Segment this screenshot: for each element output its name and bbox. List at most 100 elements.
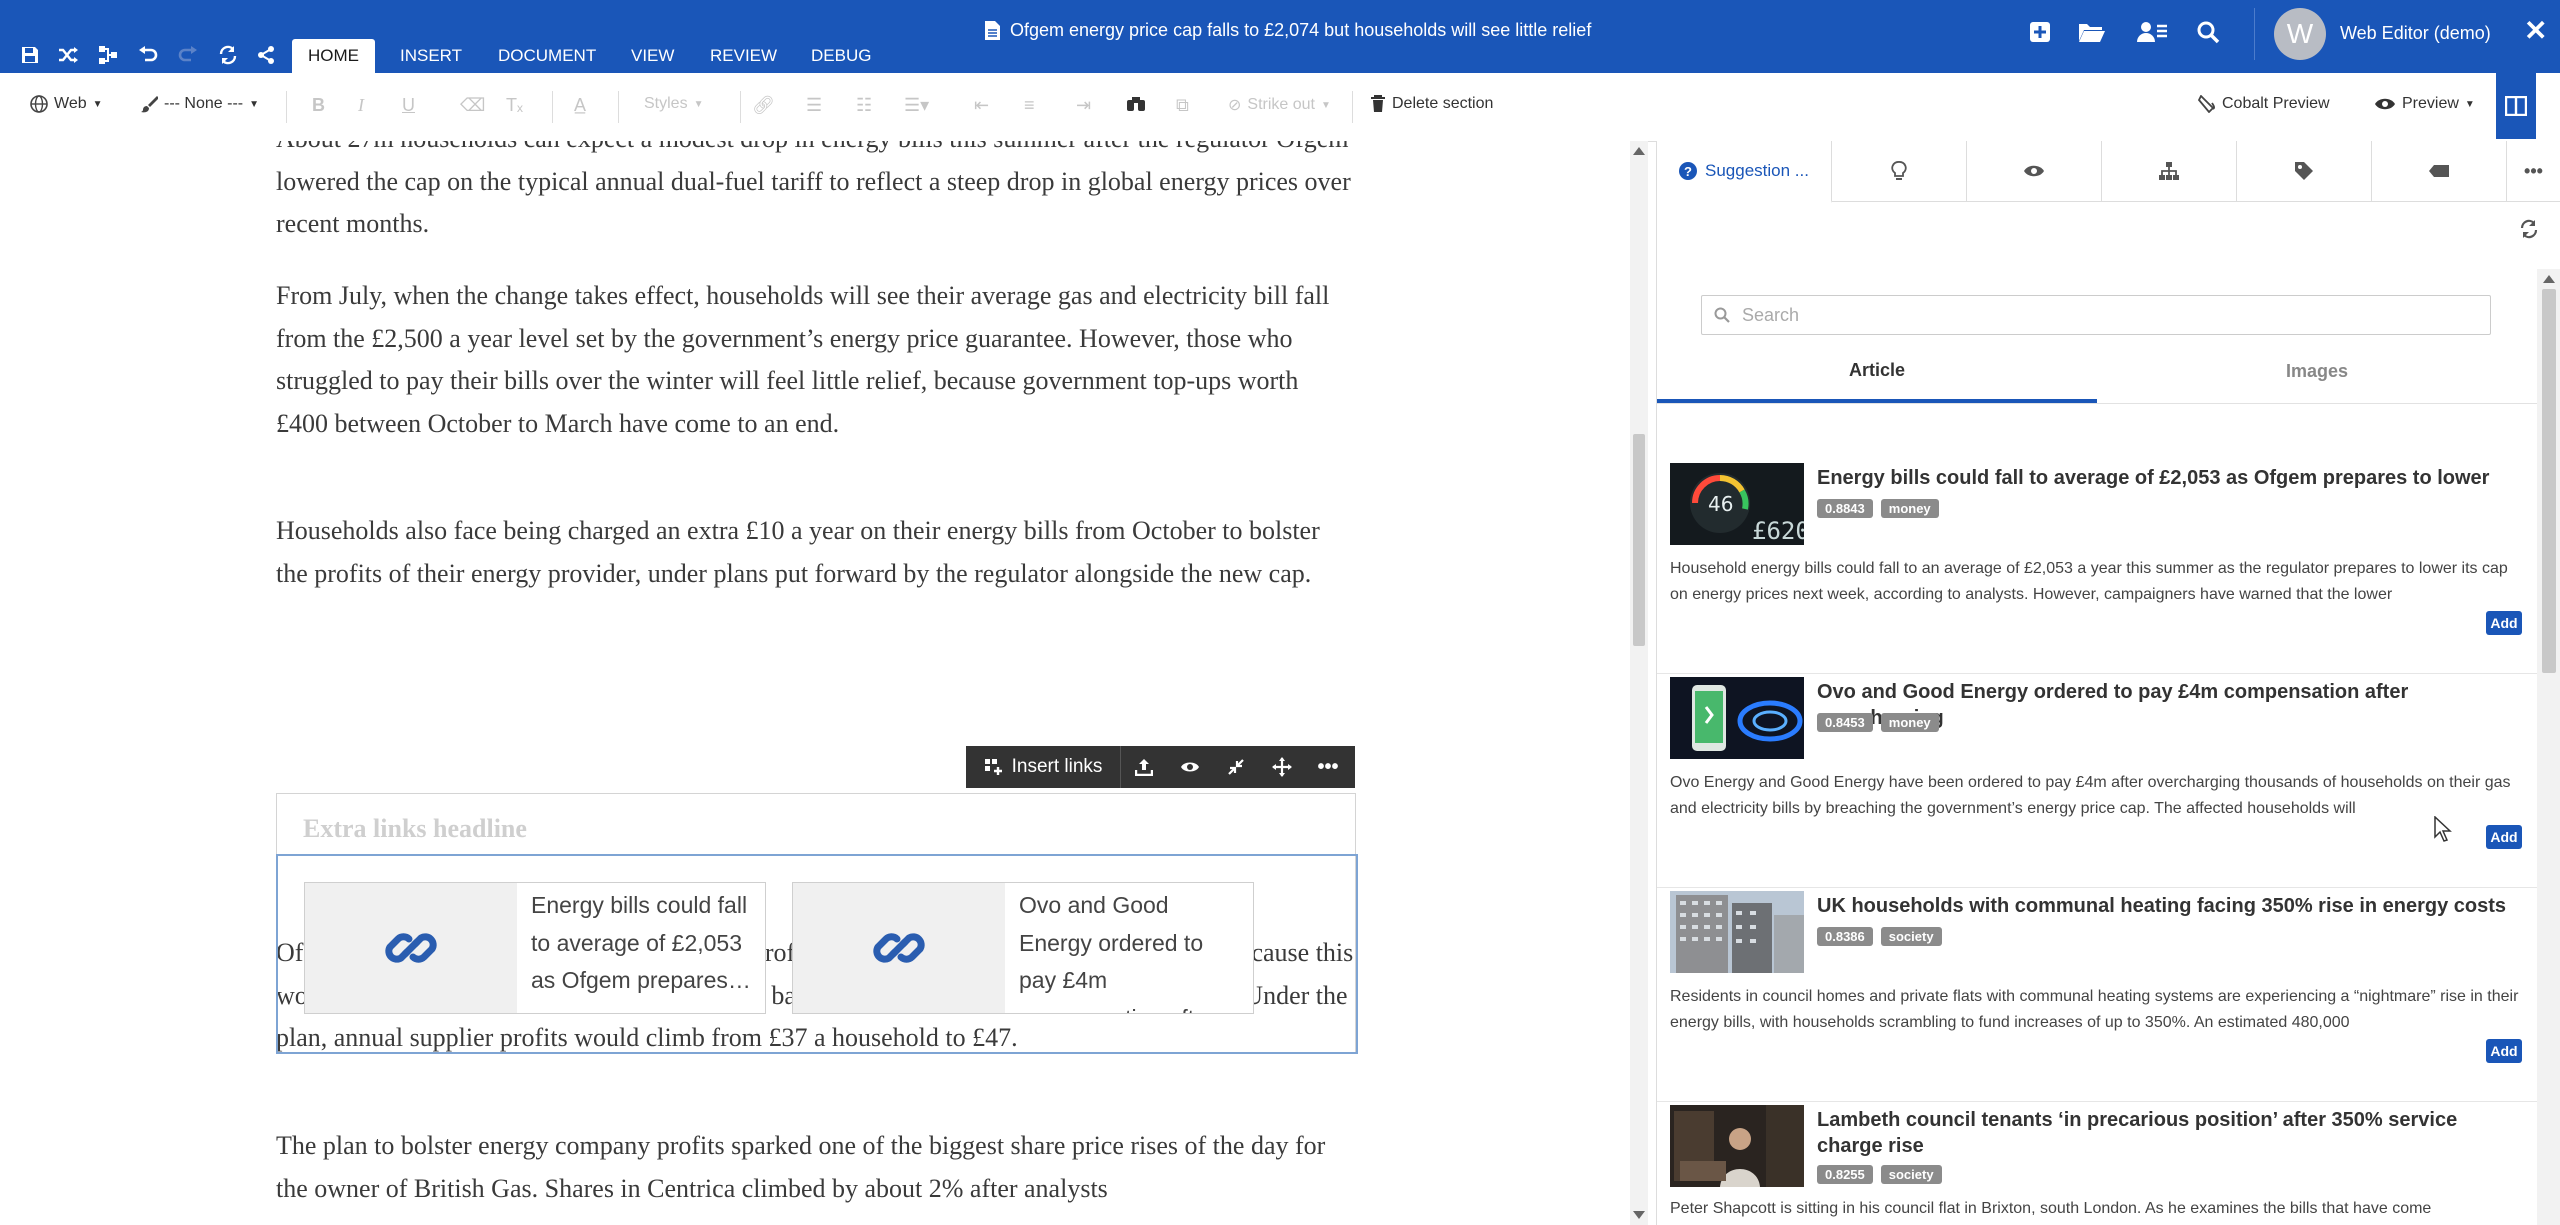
add-button[interactable]: Add <box>2486 825 2522 849</box>
more-options-icon[interactable]: ••• <box>1305 746 1351 788</box>
link-icon[interactable]: 🔗︎ <box>752 95 775 116</box>
globe-icon <box>30 95 48 113</box>
suggestion-title[interactable]: UK households with communal heating faci… <box>1817 893 2522 919</box>
insert-links-button[interactable]: Insert links <box>966 746 1121 788</box>
links-card-area[interactable]: Energy bills could fall to average of £2… <box>276 854 1358 1054</box>
suggestion-item[interactable]: UK households with communal heating faci… <box>1657 891 2537 1102</box>
outdent-icon[interactable]: ⇤ <box>974 95 989 116</box>
refresh-icon[interactable] <box>2519 219 2539 244</box>
tab-insert[interactable]: INSERT <box>384 39 478 73</box>
extra-links-box[interactable]: Extra links headline Energy bills could … <box>276 793 1358 1054</box>
style-select[interactable]: --- None --- ▼ <box>140 95 259 113</box>
upload-icon[interactable] <box>1121 746 1167 788</box>
suggestions-panel: ? Suggestion ... ••• Article Images <box>1656 141 2560 1225</box>
sitemap-icon[interactable] <box>2101 141 2237 201</box>
strike-out-dropdown[interactable]: ⊘ Strike out ▼ <box>1228 95 1331 115</box>
link-card[interactable]: Energy bills could fall to average of £2… <box>304 882 766 1014</box>
article-paragraph[interactable]: About 27m households can expect a modest… <box>276 141 1356 246</box>
article-paragraph[interactable]: From July, when the change takes effect,… <box>276 275 1356 445</box>
close-icon[interactable]: ✕ <box>2524 14 2547 47</box>
list-style-icon[interactable]: ☰▾ <box>904 95 929 116</box>
open-folder-icon[interactable] <box>2074 14 2110 50</box>
search-field[interactable] <box>1701 295 2491 335</box>
panel-scrollbar[interactable] <box>2537 269 2560 1225</box>
suggestion-thumbnail <box>1670 677 1804 759</box>
undo-icon[interactable] <box>132 37 164 73</box>
tab-debug[interactable]: DEBUG <box>795 39 887 73</box>
clear-format-icon[interactable]: Tₓ <box>506 95 523 116</box>
scrollbar-thumb[interactable] <box>2542 289 2556 673</box>
scrollbar-thumb[interactable] <box>1633 434 1645 646</box>
eye-icon[interactable] <box>1167 746 1213 788</box>
eraser-icon[interactable] <box>2371 141 2507 201</box>
scroll-down-arrow[interactable] <box>1633 1211 1645 1219</box>
editor-scrollbar[interactable] <box>1630 141 1648 1225</box>
compress-icon[interactable] <box>1213 746 1259 788</box>
find-icon[interactable] <box>1126 95 1146 113</box>
score-badge: 0.8255 <box>1817 1165 1873 1184</box>
avatar[interactable]: W <box>2274 8 2326 60</box>
suggestion-item[interactable]: Lambeth council tenants ‘in precarious p… <box>1657 1105 2537 1225</box>
styles-dropdown[interactable]: Styles ▼ <box>644 95 703 113</box>
article-paragraph[interactable]: Households also face being charged an ex… <box>276 510 1356 595</box>
paintbrush-icon <box>141 96 158 113</box>
search-icon[interactable] <box>2190 14 2226 50</box>
delete-section-button[interactable]: Delete section <box>1370 95 1493 113</box>
new-document-icon[interactable] <box>2022 14 2058 50</box>
mouse-cursor-icon <box>2434 815 2452 847</box>
article-paragraph[interactable]: The plan to bolster energy company profi… <box>276 1125 1356 1210</box>
numbered-list-icon[interactable]: ☷ <box>856 95 872 116</box>
tab-suggestions[interactable]: ? Suggestion ... <box>1657 141 1832 203</box>
shuffle-icon[interactable] <box>52 37 84 73</box>
add-button[interactable]: Add <box>2486 1039 2522 1063</box>
cobalt-preview-button[interactable]: Cobalt Preview <box>2198 95 2330 113</box>
suggestion-title[interactable]: Lambeth council tenants ‘in precarious p… <box>1817 1107 2522 1159</box>
suggestion-item[interactable]: Ovo and Good Energy ordered to pay £4m c… <box>1657 677 2537 888</box>
tab-view[interactable]: VIEW <box>615 39 690 73</box>
suggestion-item[interactable]: 46 £620 Energy bills could fall to averag… <box>1657 463 2537 674</box>
toggle-panel-button[interactable] <box>2496 73 2536 139</box>
add-button[interactable]: Add <box>2486 611 2522 635</box>
user-list-icon[interactable] <box>2134 14 2170 50</box>
suggestion-thumbnail <box>1670 1105 1804 1187</box>
tab-document[interactable]: DOCUMENT <box>482 39 612 73</box>
text-color-icon[interactable]: A̲ <box>574 95 586 116</box>
sync-icon[interactable] <box>212 37 244 73</box>
links-headline[interactable]: Extra links headline <box>303 814 527 844</box>
tag-badge: society <box>1880 927 1942 946</box>
save-icon[interactable] <box>14 37 46 73</box>
redo-icon[interactable] <box>172 37 204 73</box>
share-icon[interactable] <box>250 37 282 73</box>
bold-icon[interactable]: B <box>312 95 325 116</box>
search-input[interactable] <box>1740 303 2444 327</box>
structure-icon[interactable] <box>92 37 124 73</box>
eye-icon[interactable] <box>1966 141 2102 201</box>
formatting-toolbar: Web ▼ --- None --- ▼ B I U ⌫ Tₓ A̲ Style… <box>0 73 2560 142</box>
bullet-list-icon[interactable]: ☰ <box>806 95 822 116</box>
move-icon[interactable] <box>1259 746 1305 788</box>
tab-images[interactable]: Images <box>2097 341 2537 401</box>
scroll-up-arrow[interactable] <box>1633 147 1645 155</box>
channel-select[interactable]: Web ▼ <box>30 95 103 113</box>
scroll-up-arrow[interactable] <box>2543 275 2555 283</box>
eye-slash-icon: ⊘ <box>1228 97 1242 114</box>
preview-dropdown[interactable]: Preview ▼ <box>2374 95 2475 113</box>
score-badge: 0.8843 <box>1817 499 1873 518</box>
italic-icon[interactable]: I <box>358 95 364 116</box>
article-editor[interactable]: About 27m households can expect a modest… <box>0 141 1630 1225</box>
tab-article[interactable]: Article <box>1657 341 2097 403</box>
link-card[interactable]: Ovo and Good Energy ordered to pay £4m c… <box>792 882 1254 1014</box>
tab-home[interactable]: HOME <box>292 39 375 73</box>
lightbulb-icon[interactable] <box>1831 141 1967 201</box>
eraser-icon[interactable]: ⌫ <box>460 95 485 116</box>
insert-links-icon <box>984 759 1002 775</box>
align-icon[interactable]: ≡ <box>1024 95 1035 116</box>
tag-badge: money <box>1880 713 1939 732</box>
indent-icon[interactable]: ⇥ <box>1076 95 1091 116</box>
copy-icon[interactable]: ⧉ <box>1176 95 1189 116</box>
underline-icon[interactable]: U <box>402 95 415 116</box>
user-name[interactable]: Web Editor (demo) <box>2340 23 2491 44</box>
tag-icon[interactable] <box>2236 141 2372 201</box>
tab-review[interactable]: REVIEW <box>694 39 793 73</box>
more-options-icon[interactable]: ••• <box>2506 141 2560 201</box>
